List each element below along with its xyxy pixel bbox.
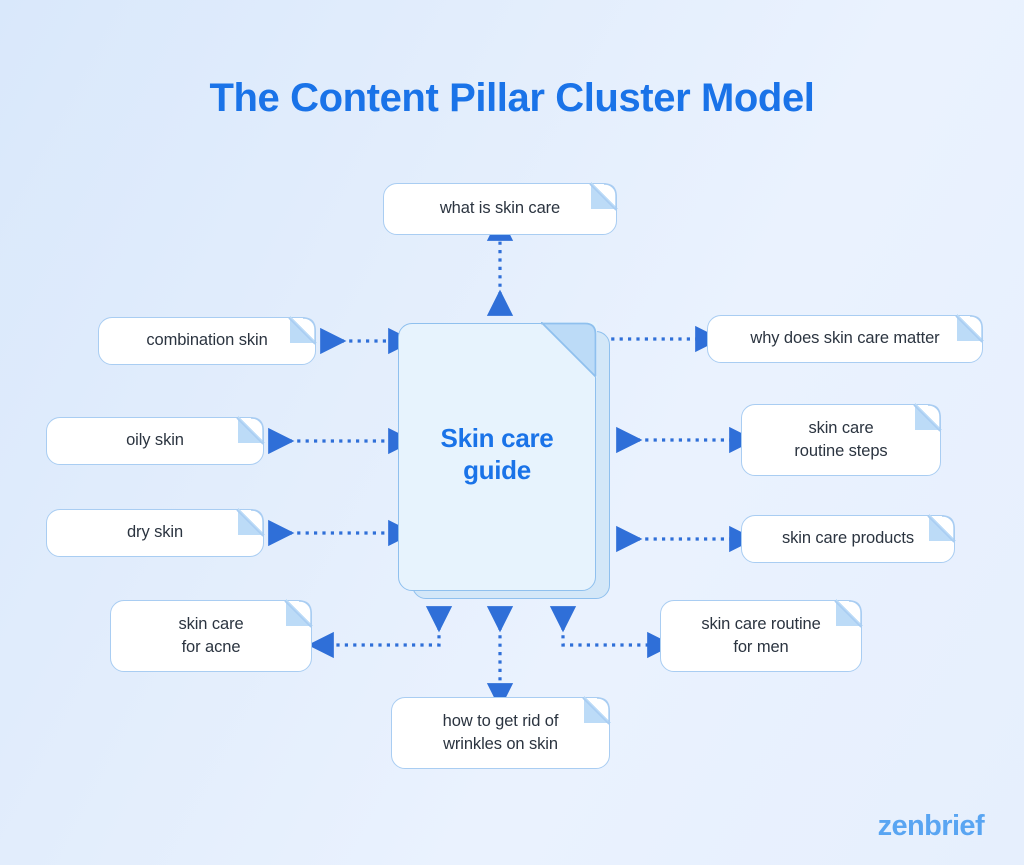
cluster-label-line-1: skin care [178, 614, 244, 633]
connector-bottom-left [307, 606, 453, 659]
cluster-label-line-1: how to get rid of [442, 711, 559, 730]
pillar-title: Skin care guide [441, 423, 554, 486]
page-fold-icon [284, 600, 312, 628]
cluster-node-what-is-skin-care[interactable]: what is skin care [383, 182, 618, 235]
page-fold-icon [589, 183, 617, 211]
page-fold-icon [236, 509, 264, 537]
cluster-label: oily skin [126, 431, 184, 450]
cluster-label-line-2: for acne [181, 638, 241, 656]
cluster-node-skin-care-routine-for-men[interactable]: skin care routine for men [660, 599, 863, 672]
page-fold-icon [288, 317, 316, 345]
cluster-label-line-2: for men [733, 638, 789, 656]
page-fold-icon [955, 315, 983, 343]
cluster-label: what is skin care [439, 199, 561, 218]
cluster-node-how-to-get-rid-of-wrinkles-on-skin[interactable]: how to get rid of wrinkles on skin [391, 696, 611, 769]
page-fold-icon [834, 600, 862, 628]
connector-bottom-right [549, 606, 674, 659]
cluster-node-skin-care-products[interactable]: skin care products [741, 514, 956, 563]
brand-logo: zenbrief [877, 810, 985, 842]
cluster-label-line-2: routine steps [794, 442, 888, 460]
cluster-label: combination skin [146, 331, 268, 350]
cluster-node-why-does-skin-care-matter[interactable]: why does skin care matter [707, 314, 984, 363]
cluster-node-combination-skin[interactable]: combination skin [98, 316, 317, 365]
page-fold-icon [540, 322, 597, 379]
cluster-node-dry-skin[interactable]: dry skin [46, 508, 265, 557]
cluster-node-skin-care-routine-steps[interactable]: skin care routine steps [741, 403, 942, 476]
cluster-node-oily-skin[interactable]: oily skin [46, 416, 265, 465]
pillar-title-line-2: guide [463, 455, 531, 485]
page-fold-icon [236, 417, 264, 445]
page-title: The Content Pillar Cluster Model [209, 76, 815, 120]
page-fold-icon [927, 515, 955, 543]
diagram-canvas: The Content Pillar Cluster Model Skin ca… [0, 0, 1024, 865]
page-fold-icon [913, 404, 941, 432]
pillar-title-line-1: Skin care [440, 423, 554, 454]
page-fold-icon [582, 697, 610, 725]
cluster-label: dry skin [126, 523, 184, 542]
cluster-label-line-1: skin care [808, 418, 874, 437]
cluster-label: why does skin care matter [750, 329, 940, 348]
cluster-label-line-1: skin care routine [701, 614, 821, 633]
cluster-label-line-2: wrinkles on skin [443, 735, 558, 753]
cluster-label: skin care products [781, 529, 915, 548]
pillar-node[interactable]: Skin care guide [398, 322, 614, 599]
cluster-node-skin-care-for-acne[interactable]: skin care for acne [110, 599, 313, 672]
pillar-front-page: Skin care guide [398, 322, 597, 591]
